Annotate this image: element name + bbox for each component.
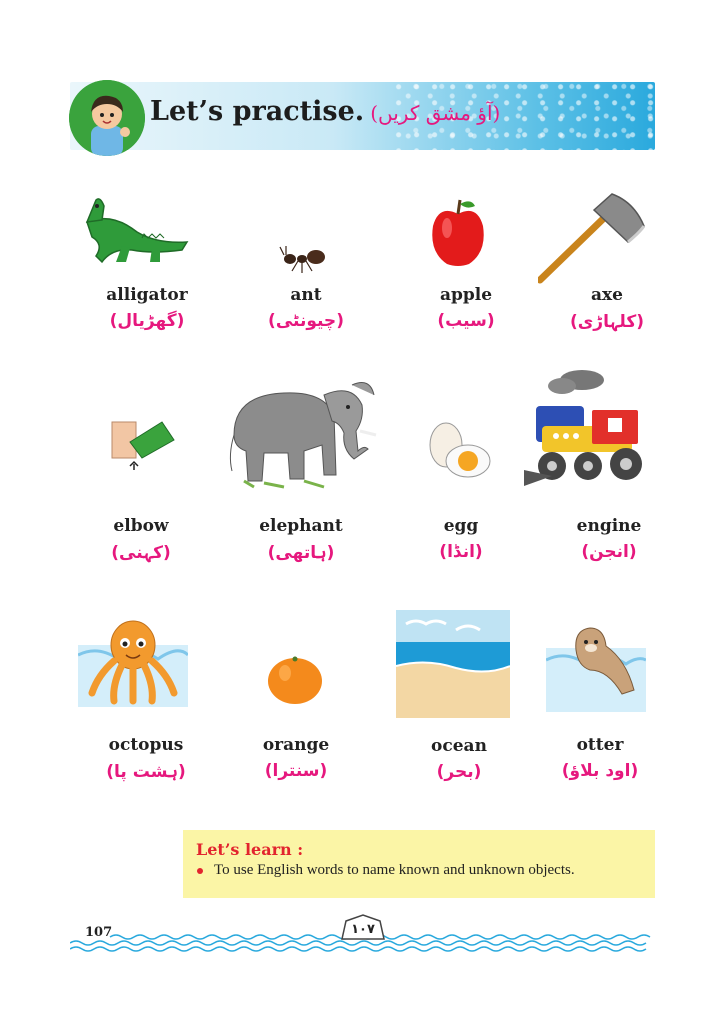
urdu-axe: (کلہاڑی) <box>569 312 645 332</box>
elbow-icon <box>111 421 175 470</box>
urdu-ant: (چیونٹی) <box>268 311 344 331</box>
word-axe: axe <box>591 285 623 305</box>
urdu-ocean: (بحر) <box>436 762 482 782</box>
word-otter: otter <box>576 735 624 755</box>
word-octopus: octopus <box>108 735 184 755</box>
bullet-icon <box>197 868 203 874</box>
octopus-icon <box>78 620 188 707</box>
urdu-apple: (سیب) <box>437 311 495 331</box>
page-title: Let’s practise. (آؤ مشق کریں) <box>150 96 500 127</box>
elephant-icon <box>229 382 377 489</box>
title-urdu: (آؤ مشق کریں) <box>370 101 501 125</box>
ocean-icon <box>396 610 510 718</box>
boy-avatar <box>69 80 145 156</box>
axe-icon <box>538 193 646 284</box>
alligator-icon <box>85 198 189 264</box>
word-alligator: alligator <box>106 285 188 305</box>
urdu-engine: (انجن) <box>581 542 637 562</box>
urdu-egg: (انڈا) <box>439 542 483 562</box>
word-elephant: elephant <box>259 516 343 536</box>
word-ant: ant <box>290 285 322 305</box>
ant-icon <box>279 246 325 273</box>
word-ocean: ocean <box>431 736 487 756</box>
urdu-orange: (سنترا) <box>264 761 328 781</box>
orange-icon <box>268 656 322 704</box>
lets-learn-title: Let’s learn : <box>196 840 304 859</box>
urdu-elbow: (کہنی) <box>111 543 171 563</box>
urdu-otter: (اود بلاؤ) <box>561 761 639 781</box>
otter-icon <box>546 627 646 712</box>
word-elbow: elbow <box>113 516 169 536</box>
urdu-octopus: (ہشت پا) <box>106 762 186 782</box>
egg-icon <box>429 422 491 478</box>
engine-icon <box>524 370 642 486</box>
urdu-alligator: (گھڑیال) <box>109 311 185 331</box>
title-english: Let’s practise. <box>150 96 365 127</box>
word-apple: apple <box>439 285 493 305</box>
word-engine: engine <box>576 516 642 536</box>
lets-learn-point: To use English words to name known and u… <box>214 862 575 878</box>
apple-icon <box>432 199 484 266</box>
urdu-elephant: (ہاتھی) <box>267 543 335 563</box>
page-number-urdu: ۱۰۷ <box>351 922 375 937</box>
word-egg: egg <box>443 516 479 536</box>
word-orange: orange <box>262 735 330 755</box>
